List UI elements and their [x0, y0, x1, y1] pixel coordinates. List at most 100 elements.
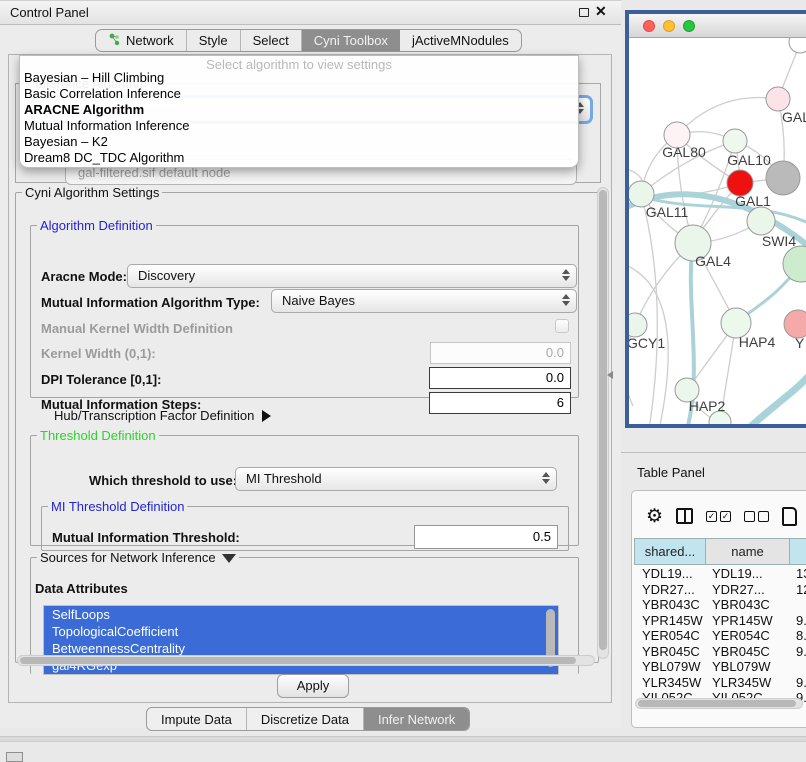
splitpane-arrow-icon[interactable] — [607, 371, 613, 379]
attribute-list-item[interactable]: SelfLoops — [44, 606, 558, 623]
column-header-partial[interactable] — [790, 538, 806, 565]
gear-icon[interactable]: ⚙ — [646, 507, 663, 526]
network-node-label: GAL4 — [695, 253, 731, 269]
cell-shared-name: YBR043C — [642, 597, 700, 613]
network-node-label: SWI4 — [762, 233, 796, 249]
aracne-mode-combobox[interactable]: Discovery — [127, 264, 577, 288]
export-table-icon[interactable] — [782, 507, 797, 526]
tab-jactivemnodules[interactable]: jActiveMNodules — [400, 30, 521, 51]
tab-network[interactable]: Network — [96, 30, 187, 51]
table-row[interactable]: YBR043CYBR043C — [634, 597, 806, 613]
cell-shared-name: YPR145W — [642, 613, 703, 629]
manual-kernel-checkbox[interactable] — [555, 319, 569, 333]
tab-infer-network[interactable]: Infer Network — [364, 708, 469, 730]
tab-label: Infer Network — [378, 712, 455, 727]
close-traffic-light-icon[interactable] — [643, 20, 655, 32]
network-node-swi4[interactable] — [783, 246, 806, 282]
network-window-titlebar[interactable] — [629, 14, 806, 38]
tab-discretize-data[interactable]: Discretize Data — [247, 708, 364, 730]
table-horizontal-scrollbar[interactable] — [635, 698, 803, 709]
network-edge — [641, 194, 657, 424]
cell-name: YBR045C — [712, 644, 770, 660]
aracne-mode-label: Aracne Mode: — [41, 269, 127, 284]
tab-select[interactable]: Select — [241, 30, 302, 51]
algorithm-option[interactable]: Bayesian – Hill Climbing — [20, 70, 578, 86]
network-node[interactable] — [766, 161, 800, 195]
cell-shared-name: YLR345W — [642, 675, 701, 691]
mi-algorithm-type-combobox[interactable]: Naive Bayes — [271, 289, 577, 313]
table-row[interactable]: YDL19...YDL19...13 — [634, 566, 806, 582]
network-node-gcy1[interactable] — [629, 313, 647, 337]
float-window-icon[interactable] — [579, 8, 589, 17]
column-header-shared[interactable]: shared... — [634, 538, 706, 565]
network-edge-highlighted — [747, 368, 806, 424]
network-node-gal1[interactable] — [747, 207, 775, 235]
cell-shared-name: YBL079W — [642, 659, 701, 675]
apply-button[interactable]: Apply — [277, 674, 349, 698]
cell-name: YBL079W — [712, 659, 771, 675]
combo-stepper-icon — [561, 294, 571, 306]
cell-name: YLR345W — [712, 675, 771, 691]
hub-definition-toggle[interactable]: Hub/Transcription Factor Definition — [54, 408, 271, 423]
hub-definition-label: Hub/Transcription Factor Definition — [54, 408, 254, 423]
tab-style[interactable]: Style — [187, 30, 241, 51]
settings-vertical-scrollbar[interactable] — [597, 187, 609, 659]
column-header-name[interactable]: name — [706, 538, 790, 565]
cell-name: YER054C — [712, 628, 770, 644]
mi-threshold-field[interactable]: 0.5 — [414, 525, 558, 549]
which-threshold-combobox[interactable]: MI Threshold — [235, 467, 557, 491]
manual-kernel-label: Manual Kernel Width Definition — [41, 321, 233, 336]
cell-value: 8. — [796, 628, 806, 644]
network-node-gal[interactable] — [766, 87, 790, 111]
cell-value: 9. — [796, 644, 806, 660]
settings-horizontal-scrollbar-thumb[interactable] — [20, 657, 576, 664]
table-row[interactable]: YLR345WYLR345W9. — [634, 675, 806, 691]
zoom-traffic-light-icon[interactable] — [683, 20, 695, 32]
cell-name: YDR27... — [712, 582, 765, 598]
tab-impute-data[interactable]: Impute Data — [147, 708, 247, 730]
dpi-tolerance-field[interactable]: 0.0 — [429, 367, 571, 389]
algorithm-dropdown-popup: Select algorithm to view settings Bayesi… — [19, 55, 579, 168]
network-canvas[interactable]: GALGAL80GAL10GAL1GAL11SWI4GAL4GCY1HAP4YH… — [629, 38, 806, 424]
cell-shared-name: YER054C — [642, 628, 700, 644]
table-row[interactable]: YPR145WYPR145W9. — [634, 613, 806, 629]
tab-cyni-toolbox[interactable]: Cyni Toolbox — [302, 30, 400, 51]
table-toolbar: ⚙ ✓✓ — [632, 501, 806, 531]
network-node-label: GAL — [782, 109, 806, 125]
status-bar — [0, 736, 806, 742]
table-row[interactable]: YER054C YER054C 8. — [634, 628, 806, 644]
close-icon[interactable]: ✕ — [595, 3, 607, 20]
minimize-traffic-light-icon[interactable] — [663, 20, 675, 32]
algorithm-option[interactable]: Bayesian – K2 — [20, 134, 578, 150]
algorithm-option[interactable]: Mutual Information Inference — [20, 118, 578, 134]
settings-vertical-scrollbar-thumb[interactable] — [599, 190, 607, 650]
table-horizontal-scrollbar-thumb[interactable] — [638, 700, 796, 707]
network-node[interactable] — [789, 38, 806, 53]
algorithm-option[interactable]: Basic Correlation Inference — [20, 86, 578, 102]
table-row[interactable]: YBR045CYBR045C9. — [634, 644, 806, 660]
attribute-list-item[interactable]: TopologicalCoefficient — [44, 623, 558, 640]
algorithm-option[interactable]: ARACNE Algorithm — [20, 102, 578, 118]
select-all-checkboxes-icon[interactable]: ✓✓ — [706, 511, 731, 522]
table-panel: ⚙ ✓✓ shared... name YDL19...YDL19...13YD… — [631, 490, 806, 728]
network-node-y[interactable] — [784, 310, 806, 338]
cell-value: 13 — [796, 566, 806, 582]
network-graph: GALGAL80GAL10GAL1GAL11SWI4GAL4GCY1HAP4YH… — [629, 38, 806, 424]
mi-steps-field[interactable]: 6 — [429, 392, 571, 414]
network-node-label: GAL80 — [662, 144, 706, 160]
table-row[interactable]: YDR27...YDR27...12 — [634, 582, 806, 598]
cell-shared-name: YDL19... — [642, 566, 693, 582]
cyni-algorithm-settings-group: Cyni Algorithm Settings Algorithm Defini… — [15, 185, 599, 663]
algorithm-option[interactable]: Dream8 DC_TDC Algorithm — [20, 150, 578, 166]
collapse-handle[interactable] — [6, 752, 23, 762]
network-edge — [677, 98, 778, 136]
kernel-width-field[interactable]: 0.0 — [430, 342, 571, 364]
mi-threshold-group: MI Threshold Definition Mutual Informati… — [41, 499, 569, 551]
table-row[interactable]: YBL079W YBL079W — [634, 659, 806, 675]
settings-horizontal-scrollbar[interactable] — [17, 655, 595, 666]
deselect-all-checkboxes-icon[interactable] — [744, 511, 769, 522]
columns-icon[interactable] — [676, 508, 693, 524]
settings-legend: Cyni Algorithm Settings — [22, 185, 162, 200]
control-panel-window: Control Panel ✕ NetworkStyleSelectCyni T… — [0, 0, 621, 728]
network-node-gal10[interactable] — [723, 129, 747, 153]
